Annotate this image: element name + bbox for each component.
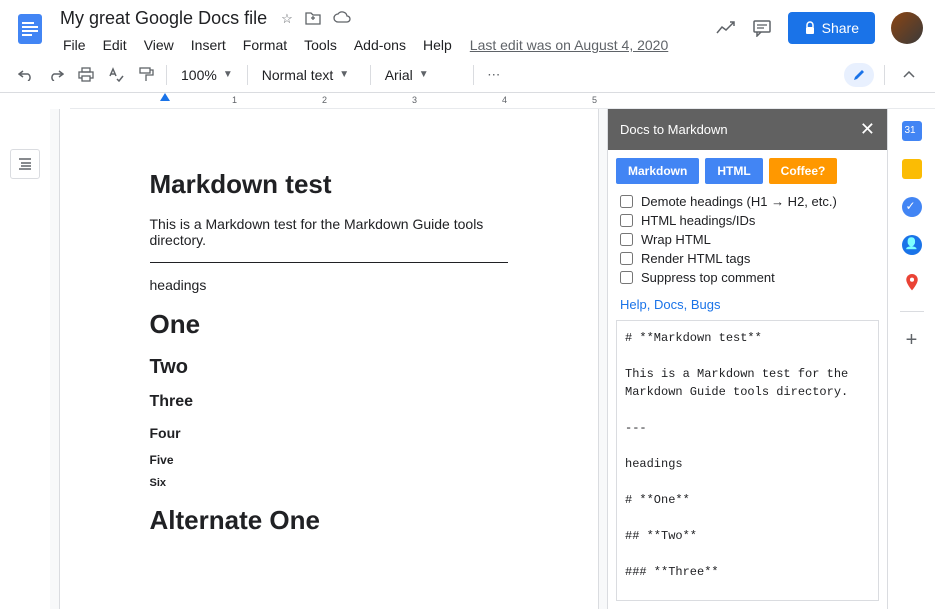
share-label: Share — [822, 20, 859, 36]
opt-suppress[interactable]: Suppress top comment — [620, 268, 875, 287]
spellcheck-icon[interactable] — [102, 61, 130, 89]
doc-title[interactable]: My great Google Docs file — [56, 6, 271, 31]
title-area: My great Google Docs file ☆ File Edit Vi… — [56, 6, 716, 57]
opt-suppress-checkbox[interactable] — [620, 271, 633, 284]
addon-output[interactable]: # **Markdown test** This is a Markdown t… — [616, 320, 879, 601]
keep-icon[interactable] — [902, 159, 922, 179]
close-icon[interactable]: ✕ — [860, 119, 875, 140]
menu-addons[interactable]: Add-ons — [347, 33, 413, 57]
maps-icon[interactable] — [902, 273, 922, 293]
outline-icon[interactable] — [10, 149, 40, 179]
menu-file[interactable]: File — [56, 33, 93, 57]
menu-edit[interactable]: Edit — [96, 33, 134, 57]
collapse-icon[interactable] — [895, 61, 923, 89]
print-icon[interactable] — [72, 61, 100, 89]
addon-titlebar: Docs to Markdown ✕ — [608, 109, 887, 150]
opt-render-checkbox[interactable] — [620, 252, 633, 265]
menu-insert[interactable]: Insert — [184, 33, 233, 57]
addon-title-label: Docs to Markdown — [620, 122, 728, 137]
left-rail — [0, 109, 50, 609]
opt-wrap[interactable]: Wrap HTML — [620, 230, 875, 249]
menu-help[interactable]: Help — [416, 33, 459, 57]
more-icon[interactable]: ⋯ — [480, 61, 508, 89]
menu-tools[interactable]: Tools — [297, 33, 344, 57]
opt-wrap-checkbox[interactable] — [620, 233, 633, 246]
opt-render[interactable]: Render HTML tags — [620, 249, 875, 268]
right-rail: + — [887, 109, 935, 609]
activity-icon[interactable] — [716, 21, 736, 35]
app-header: My great Google Docs file ☆ File Edit Vi… — [0, 0, 935, 57]
opt-html-headings-checkbox[interactable] — [620, 214, 633, 227]
help-link[interactable]: Help — [620, 297, 647, 312]
docs-logo-icon[interactable] — [12, 10, 48, 46]
share-button[interactable]: Share — [788, 12, 875, 44]
editing-mode-icon[interactable] — [844, 63, 874, 87]
doc-h5: Five — [150, 453, 508, 467]
html-button[interactable]: HTML — [705, 158, 762, 184]
addon-sidebar: Docs to Markdown ✕ Markdown HTML Coffee?… — [607, 109, 887, 609]
doc-h3: Three — [150, 393, 508, 411]
coffee-button[interactable]: Coffee? — [769, 158, 838, 184]
opt-demote[interactable]: Demote headings (H1 → H2, etc.) — [620, 192, 875, 211]
contacts-icon[interactable] — [902, 235, 922, 255]
doc-headings-label: headings — [150, 277, 508, 293]
doc-h2: Two — [150, 356, 508, 379]
indent-marker-icon[interactable] — [160, 93, 170, 101]
markdown-button[interactable]: Markdown — [616, 158, 699, 184]
rail-separator — [900, 311, 924, 312]
menu-format[interactable]: Format — [236, 33, 294, 57]
menu-bar: File Edit View Insert Format Tools Add-o… — [56, 33, 716, 57]
opt-html-headings[interactable]: HTML headings/IDs — [620, 211, 875, 230]
zoom-dropdown[interactable]: 100%▼ — [173, 63, 241, 87]
toolbar: 100%▼ Normal text▼ Arial▼ ⋯ — [0, 57, 935, 93]
calendar-icon[interactable] — [902, 121, 922, 141]
redo-icon[interactable] — [42, 61, 70, 89]
cloud-status-icon[interactable] — [333, 11, 351, 27]
ruler[interactable]: 1 2 3 4 5 — [70, 93, 935, 109]
menu-view[interactable]: View — [137, 33, 181, 57]
avatar[interactable] — [891, 12, 923, 44]
move-icon[interactable] — [305, 11, 321, 27]
addon-links: Help, Docs, Bugs — [608, 293, 887, 320]
doc-intro: This is a Markdown test for the Markdown… — [150, 216, 508, 248]
undo-icon[interactable] — [12, 61, 40, 89]
doc-h6: Six — [150, 477, 508, 489]
tasks-icon[interactable] — [902, 197, 922, 217]
doc-h4: Four — [150, 425, 508, 441]
doc-h1: One — [150, 309, 508, 340]
lock-icon — [804, 21, 816, 35]
paint-format-icon[interactable] — [132, 61, 160, 89]
docs-link[interactable]: Docs — [654, 297, 684, 312]
add-addon-icon[interactable]: + — [902, 330, 922, 350]
comments-icon[interactable] — [752, 19, 772, 37]
doc-alt-h1: Alternate One — [150, 505, 508, 536]
bugs-link[interactable]: Bugs — [691, 297, 721, 312]
star-icon[interactable]: ☆ — [281, 11, 293, 27]
horizontal-rule — [150, 262, 508, 263]
style-dropdown[interactable]: Normal text▼ — [254, 63, 364, 87]
font-dropdown[interactable]: Arial▼ — [377, 63, 467, 87]
doc-heading-title: Markdown test — [150, 169, 508, 200]
opt-demote-checkbox[interactable] — [620, 195, 633, 208]
document-area[interactable]: Markdown test This is a Markdown test fo… — [50, 109, 607, 609]
last-edit-link[interactable]: Last edit was on August 4, 2020 — [470, 37, 668, 53]
page[interactable]: Markdown test This is a Markdown test fo… — [59, 109, 599, 609]
